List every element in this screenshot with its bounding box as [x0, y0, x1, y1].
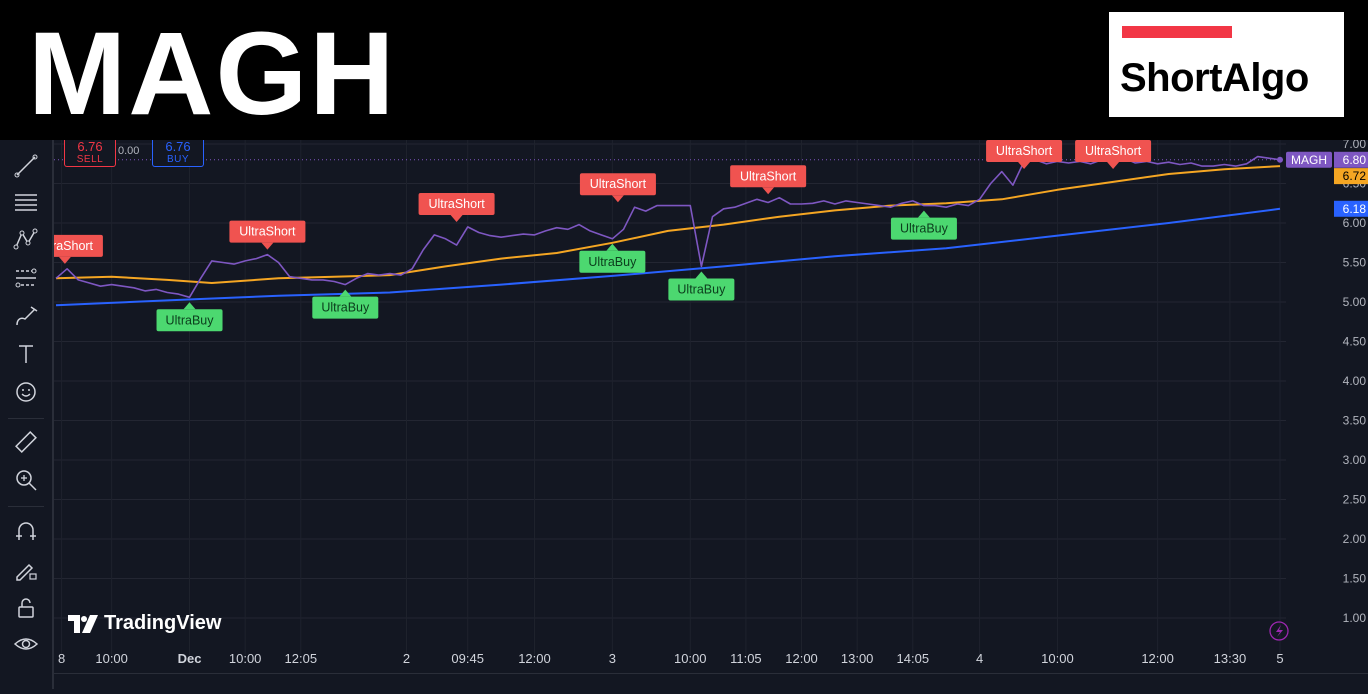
y-tick-label: 3.50 — [1343, 414, 1367, 428]
y-tick-label: 3.00 — [1343, 453, 1367, 467]
x-tick-label: 5 — [1276, 651, 1283, 666]
tradingview-watermark-text: TradingView — [104, 612, 222, 634]
ultrabuy-signal-label: UltraBuy — [677, 282, 726, 296]
x-tick-label: 8 — [58, 651, 65, 666]
text-icon[interactable] — [10, 340, 42, 368]
buy-label: BUY — [166, 154, 190, 165]
ultrabuy-signal-label: UltraBuy — [588, 255, 637, 269]
x-tick-label: 10:00 — [674, 651, 707, 666]
x-tick-label: 12:05 — [285, 651, 318, 666]
ultrabuy-signal-label: UltraBuy — [166, 313, 215, 327]
price-chart[interactable]: 7.006.506.005.505.004.504.003.503.002.50… — [26, 137, 1368, 689]
ultrashort-signal-label: UltraShort — [239, 225, 296, 239]
header-banner: MAGH ShortAlgo — [0, 0, 1368, 140]
ultrashort-signal-label: UltraShort — [740, 169, 797, 183]
y-tick-label: 1.00 — [1343, 611, 1367, 625]
x-tick-label: 10:00 — [95, 651, 128, 666]
ultrashort-signal-label: UltraShort — [1085, 144, 1142, 158]
eye-icon[interactable] — [10, 630, 42, 658]
ultrashort-pointer — [1018, 162, 1031, 169]
y-tick-label: 5.50 — [1343, 256, 1367, 270]
ultrashort-signal-label: UltraShort — [996, 144, 1053, 158]
ultrabuy-signal-label: UltraBuy — [321, 301, 370, 315]
lock-icon[interactable] — [10, 594, 42, 622]
ultrashort-pointer — [261, 242, 274, 250]
horizontal-lines-icon[interactable] — [10, 188, 42, 216]
toolbar-divider — [8, 418, 44, 419]
drawing-toolbar — [0, 140, 54, 689]
zoom-in-icon[interactable] — [10, 466, 42, 494]
ultrabuy-pointer — [695, 271, 708, 279]
pattern-icon[interactable] — [10, 226, 42, 254]
tradingview-logo-icon — [68, 614, 98, 633]
ultrashort-signal-label: UltraShort — [590, 177, 647, 191]
logo-red-bar — [1122, 26, 1232, 38]
brush-icon[interactable] — [10, 302, 42, 330]
y-tick-label: 2.00 — [1343, 532, 1367, 546]
y-tick-label: 4.50 — [1343, 335, 1367, 349]
buy-button[interactable]: 6.76 BUY — [152, 140, 204, 167]
last-value-text: 6.72 — [1343, 169, 1367, 183]
x-tick-label: 11:05 — [730, 651, 762, 666]
sell-price: 6.76 — [77, 139, 103, 154]
chart-canvas[interactable]: 7.006.506.005.505.004.504.003.503.002.50… — [26, 137, 1368, 689]
x-tick-label: 14:05 — [897, 651, 930, 666]
toolbar-divider — [8, 506, 44, 507]
buy-price: 6.76 — [165, 139, 191, 154]
y-tick-label: 1.50 — [1343, 572, 1367, 586]
last-value-text: 6.18 — [1343, 202, 1367, 216]
bottom-bar — [54, 673, 1368, 690]
x-tick-label: 09:45 — [451, 651, 484, 666]
x-tick-label: Dec — [178, 651, 202, 666]
logo-text: ShortAlgo — [1120, 56, 1309, 100]
y-tick-label: 5.00 — [1343, 295, 1367, 309]
x-tick-label: 13:00 — [841, 651, 874, 666]
x-tick-label: 13:30 — [1214, 651, 1247, 666]
x-tick-label: 3 — [609, 651, 616, 666]
y-tick-label: 2.50 — [1343, 493, 1367, 507]
x-tick-label: 2 — [403, 651, 410, 666]
trend-line-icon[interactable] — [10, 152, 42, 180]
ultrabuy-pointer — [917, 210, 930, 218]
ultrabuy-pointer — [606, 243, 619, 251]
last-price-dot — [1277, 156, 1283, 163]
ruler-icon[interactable] — [10, 428, 42, 456]
emoji-icon[interactable] — [10, 378, 42, 406]
ultrashort-pointer — [611, 195, 624, 203]
ultrashort-signal-label: UltraShort — [54, 239, 94, 253]
x-tick-label: 12:00 — [1141, 651, 1174, 666]
last-value-text: 6.80 — [1343, 153, 1367, 167]
ticker-title: MAGH — [28, 8, 397, 140]
y-tick-label: 4.00 — [1343, 374, 1367, 388]
ultrashort-pointer — [1107, 162, 1120, 169]
magnet-icon[interactable] — [10, 517, 42, 545]
y-tick-label: 7.00 — [1343, 140, 1367, 151]
ultrabuy-pointer — [183, 302, 196, 310]
lock-pencil-icon[interactable] — [10, 556, 42, 584]
y-tick-label: 6.00 — [1343, 216, 1367, 230]
x-tick-label: 4 — [976, 651, 983, 666]
ultrashort-signal-label: UltraShort — [428, 197, 485, 211]
series-name-text: MAGH — [1291, 153, 1327, 167]
x-tick-label: 12:00 — [785, 651, 818, 666]
sell-button[interactable]: 6.76 SELL — [64, 140, 116, 167]
x-tick-label: 10:00 — [1041, 651, 1074, 666]
ultrashort-pointer — [450, 214, 463, 222]
tradingview-watermark: TradingView — [68, 612, 221, 635]
ultrashort-pointer — [762, 187, 775, 195]
shortalgo-logo: ShortAlgo — [1109, 12, 1344, 117]
fib-icon[interactable] — [10, 264, 42, 292]
x-tick-label: 12:00 — [518, 651, 551, 666]
x-tick-label: 10:00 — [229, 651, 262, 666]
sell-label: SELL — [76, 154, 104, 165]
spread-value: 0.00 — [118, 145, 140, 157]
ultrabuy-signal-label: UltraBuy — [900, 222, 949, 236]
